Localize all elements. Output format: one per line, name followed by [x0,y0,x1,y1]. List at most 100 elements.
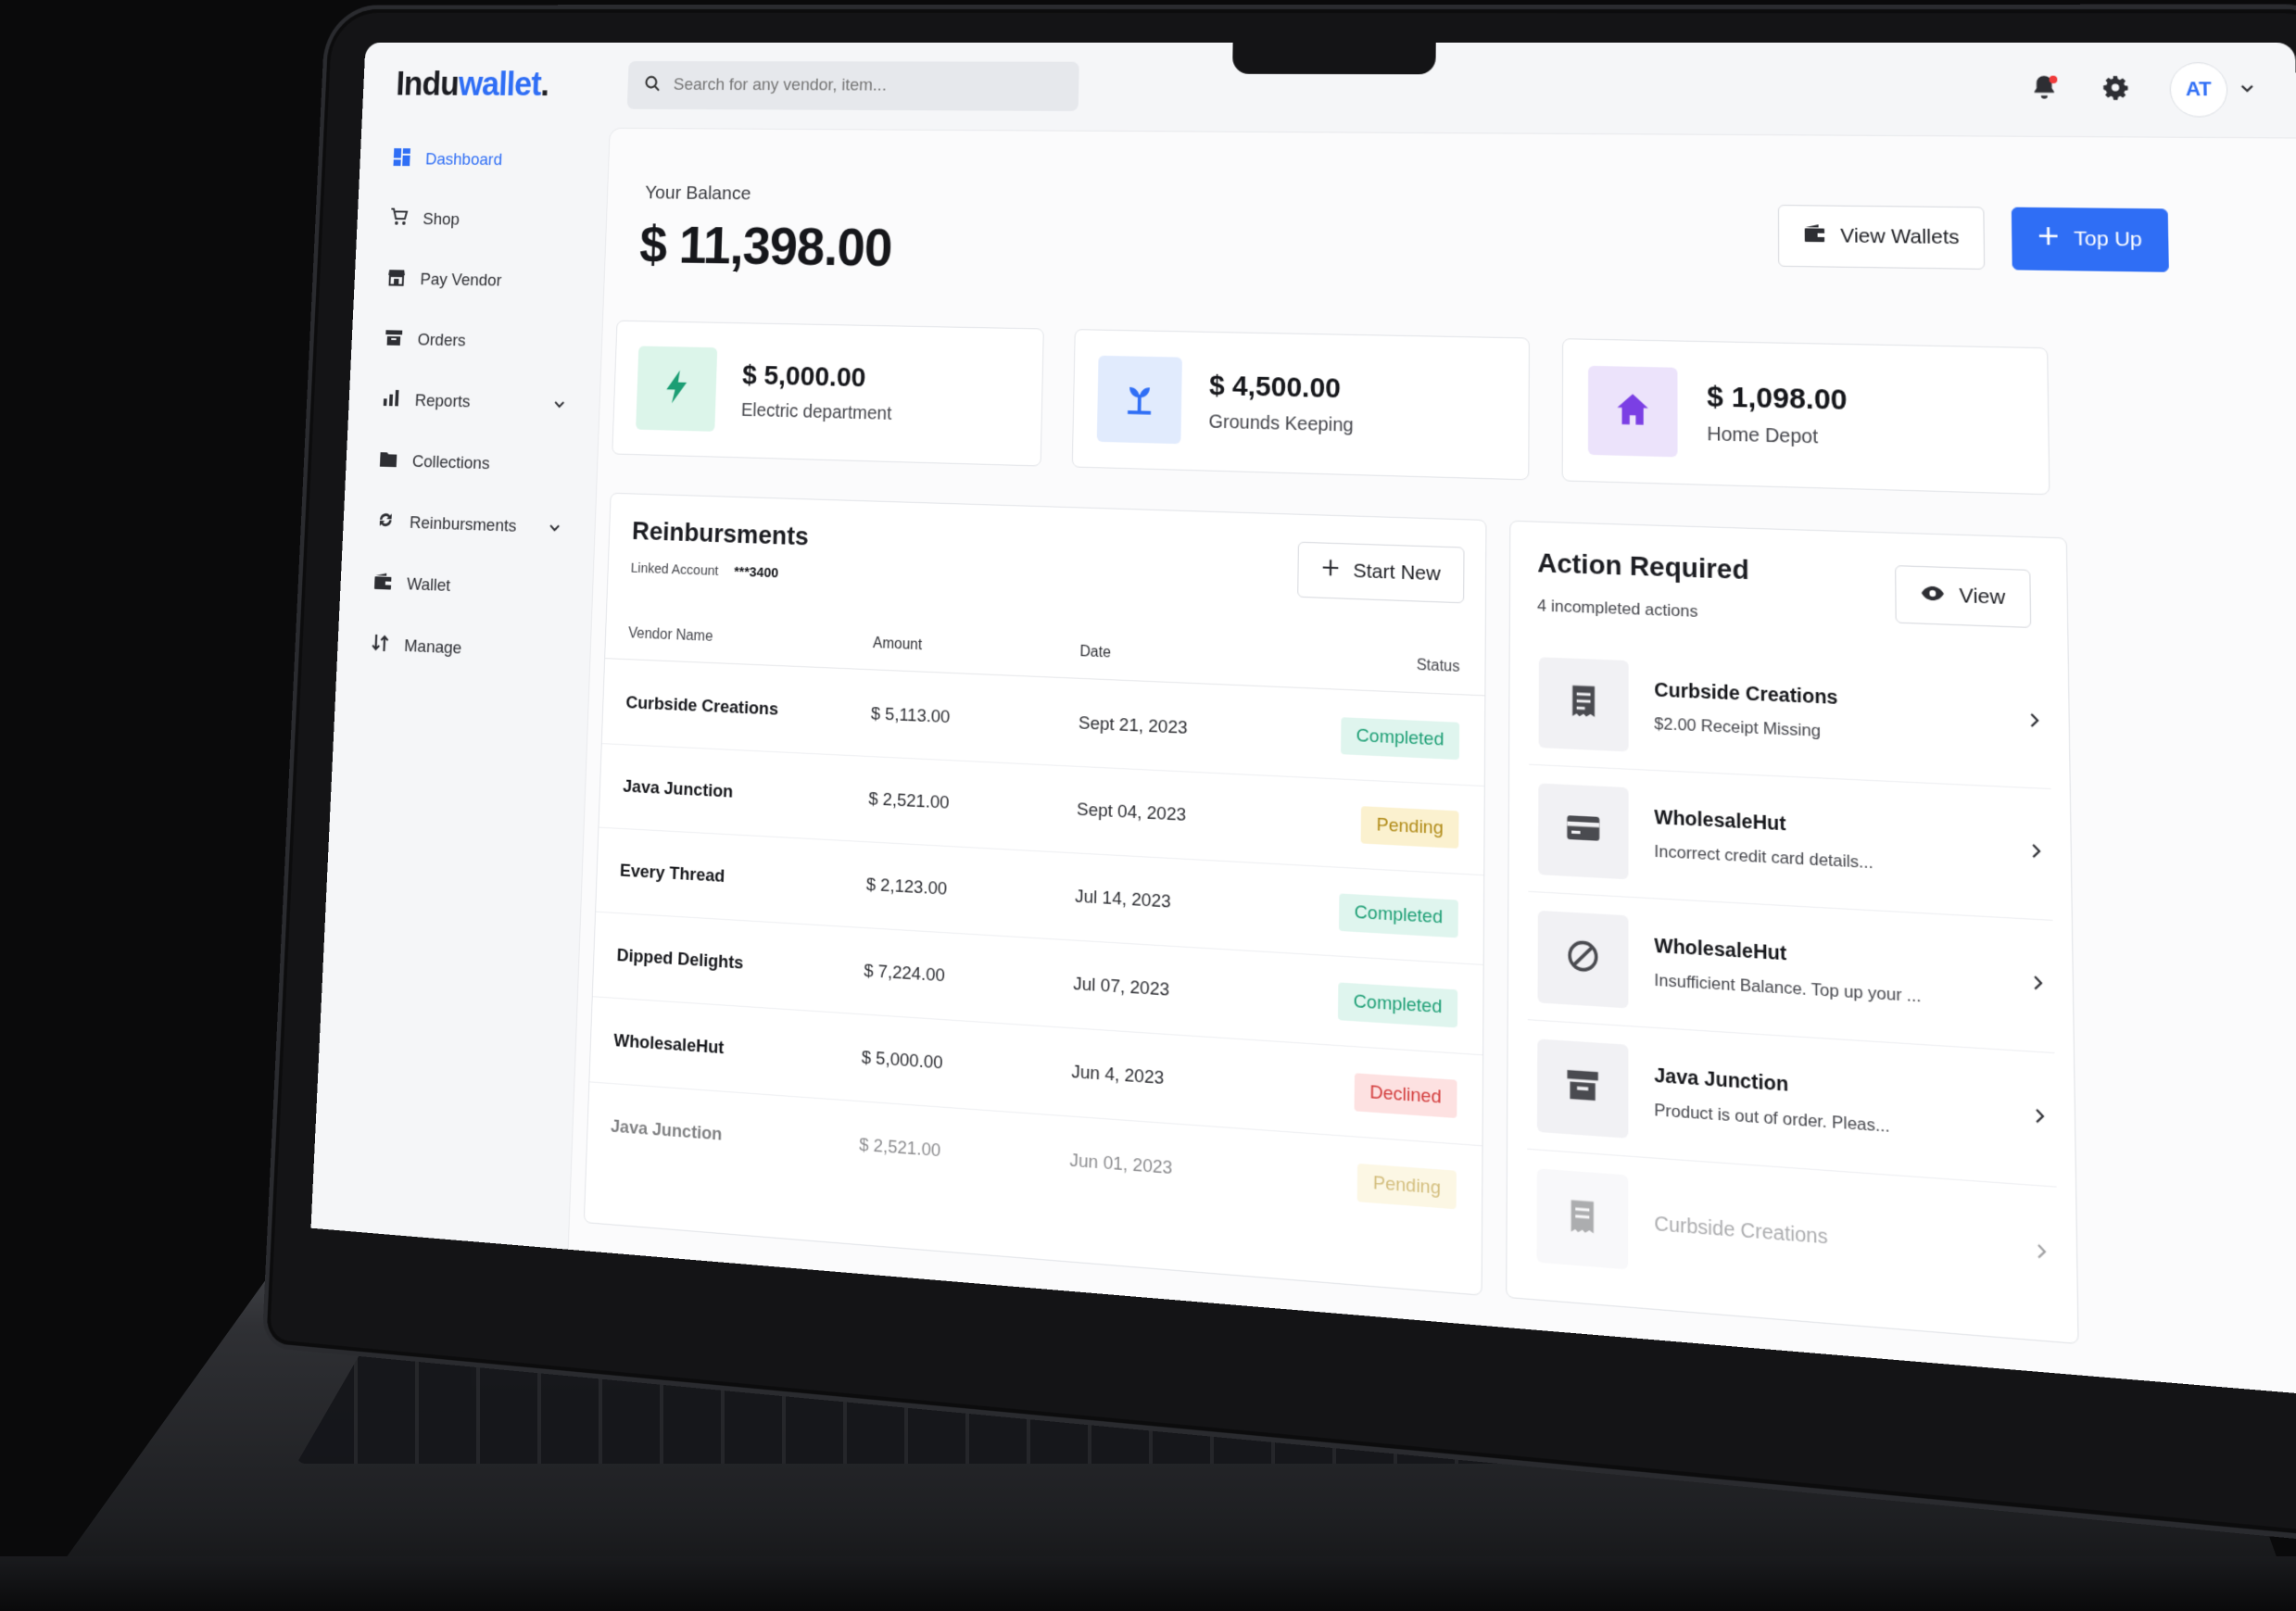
sidebar-item-shop[interactable]: Shop [356,189,607,252]
main-content: Your Balance $ 11,398.00 View Wallets To… [567,127,2296,1396]
view-button[interactable]: View [1895,565,2032,628]
stat-amount: $ 5,000.00 [741,359,866,393]
sort-icon [371,633,390,659]
stat-card-grounds[interactable]: $ 4,500.00 Grounds Keeping [1071,329,1530,481]
sidebar-item-wallet[interactable]: Wallet [339,552,593,623]
sidebar-item-collections[interactable]: Collections [345,430,598,498]
chevron-down-icon[interactable] [553,395,566,415]
balance-value: $ 11,398.00 [638,215,893,278]
sidebar-item-label: Orders [417,330,467,351]
sidebar-item-label: Reinbursments [409,513,517,536]
receipt-icon [1568,1198,1597,1240]
vendor-name: Every Thread [619,860,725,887]
stat-icon-box [636,346,718,432]
view-wallets-button[interactable]: View Wallets [1777,204,1986,270]
gear-icon [2100,73,2129,106]
date: Jul 14, 2023 [1074,886,1171,912]
reimbursements-panel: Reinbursments Linked Account ***3400 Sta… [583,492,1487,1296]
sidebar-item-reports[interactable]: Reports [347,370,600,437]
action-icon-box [1537,910,1629,1008]
laptop-shadow [0,1556,2296,1611]
refresh-icon [376,510,396,535]
action-description: Product is out of order. Pleas... [1654,1100,1890,1137]
app-screen: Induwallet. AT [310,43,2296,1396]
plus-icon [2037,225,2060,253]
stat-amount: $ 1,098.00 [1707,380,1848,416]
column-header-date[interactable]: Date [1079,643,1321,670]
amount: $ 5,000.00 [861,1047,943,1074]
amount: $ 7,224.00 [864,960,946,987]
settings-button[interactable] [2098,73,2133,107]
action-vendor: Java Junction [1654,1064,1789,1097]
search-bar[interactable] [626,61,1079,111]
box-icon [385,327,404,352]
start-new-button[interactable]: Start New [1297,541,1465,604]
amount: $ 2,123.00 [865,874,948,900]
top-up-button[interactable]: Top Up [2011,207,2169,272]
date: Sept 04, 2023 [1076,799,1187,825]
sidebar-item-label: Collections [411,452,490,474]
action-icon-box [1538,782,1629,879]
avatar[interactable]: AT [2169,62,2228,118]
chevron-right-icon [2029,712,2039,735]
sidebar: Dashboard Shop Pay Vendor Orders Reports… [311,126,610,1250]
sidebar-item-dashboard[interactable]: Dashboard [359,130,609,192]
sidebar-item-orders[interactable]: Orders [350,309,602,375]
stat-label: Electric department [740,399,892,424]
chevron-down-icon[interactable] [549,518,561,538]
search-input[interactable] [673,75,1064,97]
view-wallets-label: View Wallets [1840,224,1960,249]
sidebar-item-label: Dashboard [424,150,503,170]
column-header-vendor[interactable]: Vendor Name [628,625,873,652]
notification-dot [2049,75,2058,84]
top-up-label: Top Up [2074,227,2143,251]
wallet-icon [1803,222,1827,250]
stat-amount: $ 4,500.00 [1208,369,1342,404]
stat-icon-box [1587,365,1678,458]
vendor-name: WholesaleHut [613,1030,725,1058]
start-new-label: Start New [1353,560,1441,585]
cart-icon [389,208,409,233]
app-logo[interactable]: Induwallet. [396,66,629,105]
sidebar-item-label: Shop [422,209,460,230]
archive-icon [1566,1068,1599,1108]
linked-account-label: Linked Account [630,560,719,580]
logo-text-part2: wallet [457,66,542,104]
status-badge: Pending [1360,805,1459,849]
notifications-button[interactable] [2026,72,2062,106]
user-menu[interactable]: AT [2169,62,2255,118]
date: Jun 01, 2023 [1069,1150,1173,1179]
action-item[interactable]: Curbside Creations $2.00 Receipt Missing [1529,638,2051,790]
linked-account: Linked Account ***3400 [630,560,778,582]
linked-account-number: ***3400 [733,563,779,582]
receipt-icon [1569,684,1598,724]
sidebar-item-manage[interactable]: Manage [336,613,591,686]
plus-icon [1321,558,1341,584]
stat-icon-box [1096,355,1182,445]
reimbursements-title: Reinbursments [631,516,810,551]
status-badge: Declined [1354,1072,1457,1118]
column-header-status[interactable]: Status [1417,657,1460,676]
sidebar-item-pay-vendor[interactable]: Pay Vendor [353,249,604,314]
vendor-name: Java Junction [610,1116,723,1145]
plant-icon [1122,378,1157,421]
camera-notch [1232,43,1436,75]
vendor-name: Dipped Delights [616,945,744,974]
stat-card-electric[interactable]: $ 5,000.00 Electric department [612,320,1044,467]
stat-card-home-depot[interactable]: $ 1,098.00 Home Depot [1561,338,2050,496]
action-required-title: Action Required [1537,547,1749,585]
sidebar-item-label: Wallet [406,574,451,596]
action-vendor: WholesaleHut [1654,935,1787,965]
chevron-down-icon [2239,81,2254,98]
date: Jul 07, 2023 [1073,973,1170,1001]
sidebar-item-reinbursments[interactable]: Reinbursments [342,491,596,561]
balance-label: Your Balance [644,182,751,205]
amount: $ 2,521.00 [858,1134,941,1162]
eye-icon [1921,583,1946,608]
stat-label: Home Depot [1707,422,1819,448]
column-header-amount[interactable]: Amount [873,635,1080,660]
amount: $ 2,521.00 [868,788,950,813]
sidebar-item-label: Manage [403,636,462,659]
view-label: View [1959,584,2006,610]
action-vendor: Curbside Creations [1654,679,1838,710]
